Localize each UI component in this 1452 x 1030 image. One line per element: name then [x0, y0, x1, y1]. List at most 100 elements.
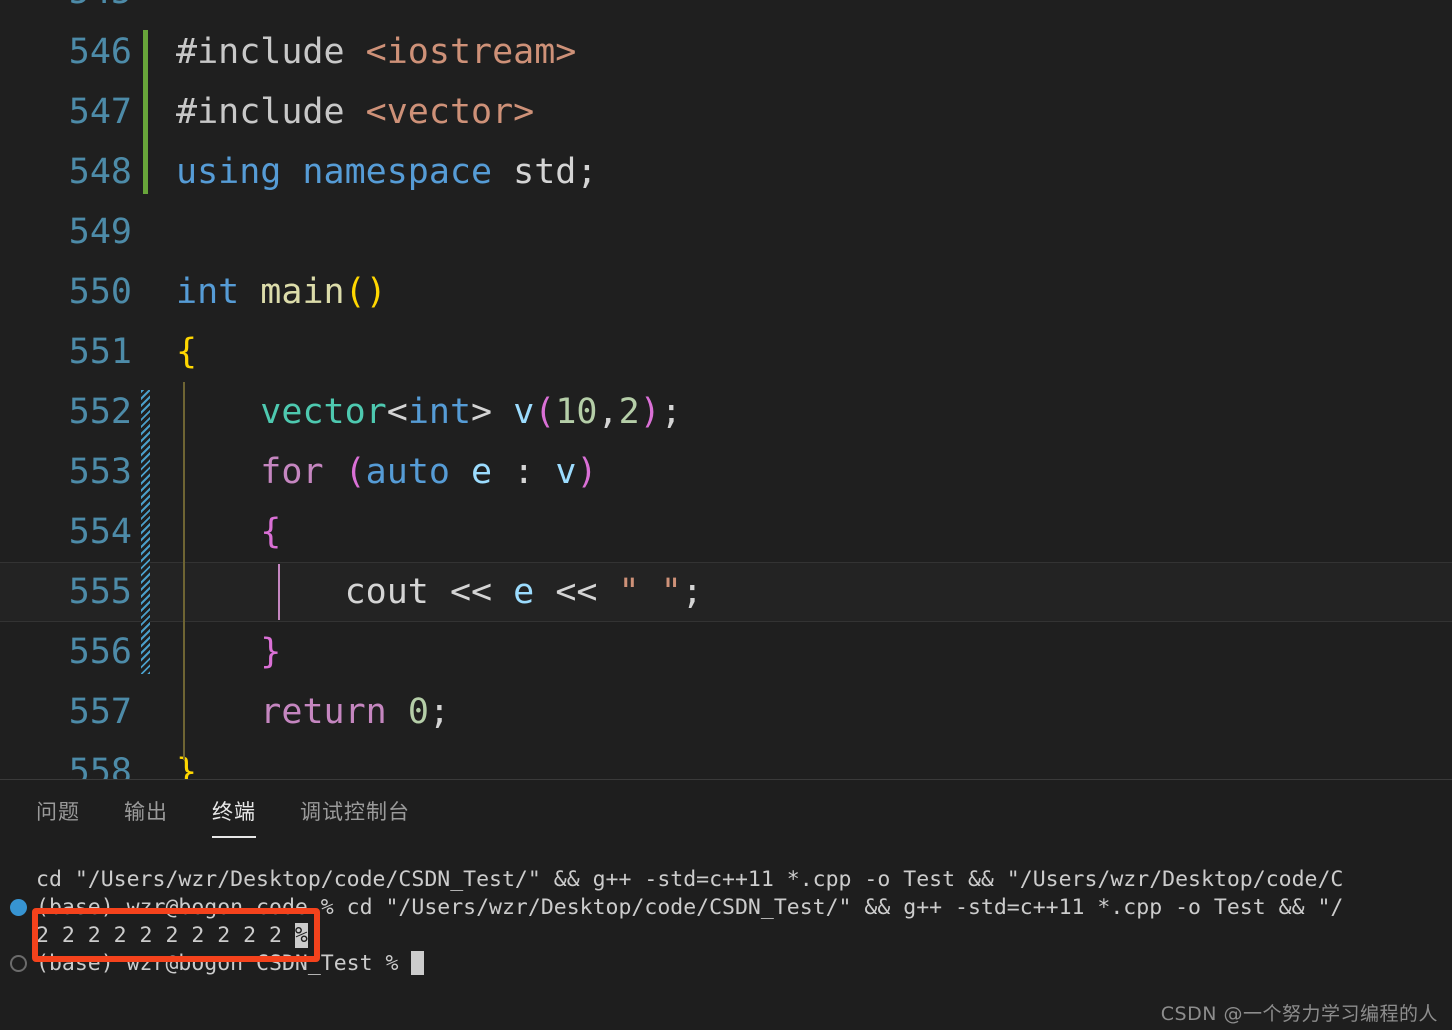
line-number: 557: [68, 692, 132, 732]
code-token: return: [260, 692, 387, 732]
line-number: 556: [68, 632, 132, 672]
code-token: (): [344, 272, 387, 312]
code-token: 10: [555, 392, 598, 432]
panel-tab-3[interactable]: 调试控制台: [300, 796, 410, 838]
code-token: int: [176, 272, 261, 312]
code-line[interactable]: 555 cout << e << " ";: [0, 562, 1452, 622]
line-number: 554: [68, 512, 132, 552]
code-token: <<: [534, 572, 619, 612]
code-token: v: [555, 452, 577, 492]
code-token: ;: [576, 152, 598, 192]
code-token: main: [260, 272, 345, 312]
code-line[interactable]: 557 return 0;: [0, 682, 1452, 742]
terminal-text: (base) wzr@bogon CSDN_Test %: [36, 951, 412, 976]
code-line-text: #include <vector>: [176, 92, 534, 132]
code-token: (: [344, 452, 366, 492]
code-token: <iostream>: [365, 32, 577, 72]
code-token: 2: [618, 392, 640, 432]
terminal-line: cd "/Users/wzr/Desktop/code/CSDN_Test/" …: [36, 866, 1343, 894]
line-number: 555: [68, 572, 132, 612]
git-modified-marker: [141, 390, 150, 674]
code-token: for: [260, 452, 324, 492]
code-line-text: int main(): [176, 272, 387, 312]
terminal-text: (base) wzr@bogon code % cd "/Users/wzr/D…: [36, 895, 1344, 920]
line-number: 546: [68, 32, 132, 72]
code-line[interactable]: 552 vector<int> v(10,2);: [0, 382, 1452, 442]
code-line[interactable]: 546 #include <iostream>: [0, 22, 1452, 82]
line-number: 552: [68, 392, 132, 432]
terminal-text: 2 2 2 2 2 2 2 2 2 2: [36, 923, 295, 948]
code-line[interactable]: 553 for (auto e : v): [0, 442, 1452, 502]
code-token: ): [576, 452, 598, 492]
command-decoration-hollow[interactable]: [10, 955, 27, 972]
code-token: " ": [618, 572, 682, 612]
code-editor[interactable]: 545546#include <iostream>547#include <ve…: [0, 0, 1452, 779]
line-number: 547: [68, 92, 132, 132]
code-token: ,: [597, 392, 619, 432]
code-token: e: [471, 452, 493, 492]
command-decoration-filled[interactable]: [10, 899, 27, 916]
code-line-text: {: [176, 332, 197, 372]
code-token: (: [534, 392, 556, 432]
terminal-text: cd "/Users/wzr/Desktop/code/CSDN_Test/" …: [36, 867, 1344, 892]
code-line-text: using namespace std;: [176, 152, 597, 192]
line-number: 553: [68, 452, 132, 492]
panel-tab-bar: 问题 输出 终端 调试控制台: [0, 790, 454, 844]
code-line-text: }: [176, 632, 281, 672]
panel-tab-0[interactable]: 问题: [36, 796, 80, 838]
line-number: 548: [68, 152, 132, 192]
code-line[interactable]: 554 {: [0, 502, 1452, 562]
code-token: #include: [176, 92, 366, 132]
code-token: <<: [428, 572, 514, 612]
line-number: 550: [68, 272, 132, 312]
code-token: }: [176, 752, 198, 779]
code-line[interactable]: 549: [0, 202, 1452, 262]
code-token: {: [176, 332, 198, 372]
code-token: e: [513, 572, 535, 612]
panel-tab-2[interactable]: 终端: [212, 796, 256, 838]
line-number: 551: [68, 332, 132, 372]
code-token: auto: [365, 452, 450, 492]
panel-tab-1[interactable]: 输出: [124, 796, 168, 838]
code-token: ): [639, 392, 661, 432]
code-line-text: for (auto e : v): [176, 452, 598, 492]
code-line[interactable]: 558}: [0, 742, 1452, 779]
line-number: 545: [0, 0, 132, 12]
terminal-line: (base) wzr@bogon CSDN_Test %: [36, 950, 425, 978]
code-line[interactable]: 550 int main(): [0, 262, 1452, 322]
terminal-line: 2 2 2 2 2 2 2 2 2 2 %: [36, 922, 308, 950]
code-line[interactable]: 551 {: [0, 322, 1452, 382]
code-token: <: [386, 392, 408, 432]
code-token: ;: [428, 692, 450, 732]
indent-guide: [183, 382, 185, 760]
code-token: #include: [176, 32, 366, 72]
code-token: ;: [660, 392, 682, 432]
code-token: v: [513, 392, 535, 432]
code-token: }: [260, 632, 282, 672]
code-line[interactable]: 547 #include <vector>: [0, 82, 1452, 142]
code-line-text: vector<int> v(10,2);: [176, 392, 682, 432]
code-token: ;: [681, 572, 703, 612]
code-token: >: [471, 392, 493, 432]
terminal-percent-marker: %: [294, 923, 308, 948]
code-token: <vector>: [365, 92, 535, 132]
code-line[interactable]: 548 using namespace std;: [0, 142, 1452, 202]
bottom-panel: 问题 输出 终端 调试控制台 cd "/Users/wzr/Desktop/code/…: [0, 780, 1452, 1030]
code-line-text: cout << e << " ";: [176, 572, 703, 612]
code-token: :: [492, 452, 556, 492]
code-token: std: [513, 152, 577, 192]
code-line[interactable]: 556 }: [0, 622, 1452, 682]
code-line[interactable]: 545: [0, 0, 1452, 22]
code-token: {: [260, 512, 282, 552]
code-token: using namespace: [176, 152, 514, 192]
